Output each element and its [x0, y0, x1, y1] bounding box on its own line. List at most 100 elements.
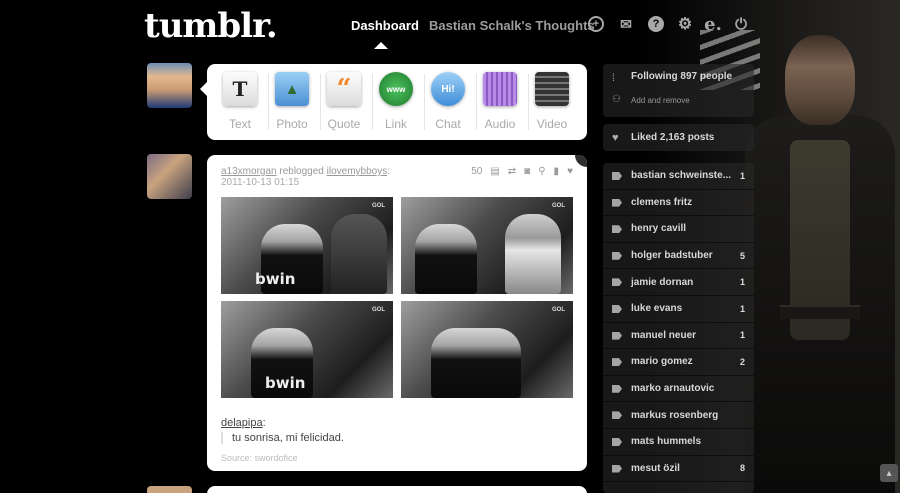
reblog-action-text: reblogged [276, 166, 327, 177]
player-figure [415, 224, 477, 294]
post-meta: a13xmorgan reblogged ilovemybboys: [221, 166, 390, 177]
post-type-composer: T Text ▲ Photo “ Quote www Link Hi! Chat… [200, 64, 587, 140]
tag-item[interactable]: mats hummels [603, 429, 754, 456]
video-icon [535, 72, 569, 106]
tag-icon [612, 198, 622, 207]
chat-icon: Hi! [431, 72, 465, 106]
tag-name: bastian schweinste... [631, 170, 732, 182]
photoset-image[interactable]: bwin GOL [221, 197, 393, 294]
tag-icon [612, 251, 622, 260]
post-type-text[interactable]: T Text [214, 72, 266, 136]
liked-row[interactable]: ♥ Liked 2,163 posts [603, 124, 754, 151]
tag-name: marko arnautovic [631, 383, 715, 395]
post-type-label: Photo [276, 117, 308, 131]
mail-icon[interactable]: ✉ [618, 16, 634, 32]
tag-item[interactable]: mario gomez 2 [603, 349, 754, 376]
tag-icon [612, 437, 622, 446]
tag-name: mario gomez [631, 356, 693, 368]
post-controls: 50 ▤ ⇄ ◙ ⚲ ▮ ♥ [471, 166, 573, 177]
bookmark-icon[interactable]: ▮ [554, 166, 560, 177]
tumblr-logo[interactable]: tumblr. [144, 6, 278, 46]
background-belt [780, 305, 860, 319]
post-type-label: Chat [435, 117, 461, 131]
notes-count[interactable]: 50 [471, 166, 482, 177]
notes-icon[interactable]: ▤ [490, 166, 499, 177]
post-type-chat[interactable]: Hi! Chat [422, 72, 474, 136]
add-remove-link[interactable]: Add and remove [631, 96, 690, 105]
photoset-image[interactable]: GOL [401, 197, 573, 294]
avatar-post-author[interactable] [147, 154, 192, 199]
tag-count: 1 [739, 277, 745, 288]
scroll-to-top-button[interactable]: ▴ [880, 464, 898, 482]
gear-icon[interactable]: ⚙ [677, 16, 693, 33]
like-heart-icon[interactable]: ♥ [567, 166, 573, 177]
source-user-link[interactable]: ilovemybboys [327, 166, 388, 177]
tag-item[interactable]: bastian schweinste... 1 [603, 163, 754, 190]
quote-icon: “ [327, 72, 361, 106]
tag-item[interactable]: jamie dornan 1 [603, 269, 754, 296]
avatar-next-post[interactable] [147, 486, 192, 493]
post-type-quote[interactable]: “ Quote [318, 72, 370, 136]
plus-icon[interactable]: + [588, 16, 604, 32]
photoset-image[interactable]: bwin GOL [221, 301, 393, 398]
tab-dashboard[interactable]: Dashboard [351, 18, 419, 33]
liked-block[interactable]: ♥ Liked 2,163 posts [603, 124, 754, 151]
tag-name: manuel neuer [631, 329, 697, 341]
tag-item[interactable]: manuel neuer 1 [603, 323, 754, 350]
player-figure [505, 214, 561, 294]
tag-name: mats hummels [631, 436, 702, 448]
tag-count: 5 [739, 250, 745, 261]
power-icon[interactable]: ⏻ [733, 16, 749, 33]
camera-icon[interactable]: ◙ [524, 166, 530, 177]
tag-item[interactable]: mesut özil 8 [603, 456, 754, 483]
extension-icon[interactable]: e. [704, 14, 722, 35]
background-head [785, 35, 855, 125]
tag-item[interactable]: clemens fritz [603, 190, 754, 217]
following-block[interactable]: ⁞ Following 897 people ⚇ Add and remove [603, 64, 754, 117]
tag-name: mesut özil [631, 462, 680, 474]
tracked-tags-list: bastian schweinste... 1 clemens fritz hen… [603, 163, 754, 493]
post-type-video[interactable]: Video [526, 72, 578, 136]
post-type-label: Text [228, 117, 251, 131]
search-icon[interactable]: ⚲ [538, 166, 545, 177]
next-post [207, 486, 587, 493]
tag-item[interactable]: henry cavill [603, 216, 754, 243]
post-source[interactable]: Source: swordofice [221, 453, 298, 463]
heart-icon: ♥ [612, 132, 619, 144]
player-figure [431, 328, 521, 398]
caption-attribution: delapipa: [221, 413, 266, 431]
tag-icon [612, 278, 622, 287]
post-date: 2011-10-13 01:15 [221, 177, 300, 188]
tag-count: 1 [739, 170, 745, 181]
watermark-tag: GOL [552, 203, 565, 209]
watermark-tag: GOL [372, 307, 385, 313]
post-permalink-corner[interactable] [575, 155, 587, 167]
tag-icon [612, 225, 622, 234]
post-type-audio[interactable]: Audio [474, 72, 526, 136]
tag-icon [612, 172, 622, 180]
reblogger-link[interactable]: a13xmorgan [221, 166, 277, 177]
tag-item[interactable]: luke evans 1 [603, 296, 754, 323]
avatar-self[interactable] [147, 63, 192, 108]
tag-item[interactable]: marko arnautovic [603, 376, 754, 403]
post-type-label: Quote [327, 117, 361, 131]
help-icon[interactable]: ? [648, 16, 664, 32]
post-type-photo[interactable]: ▲ Photo [266, 72, 318, 136]
post-type-link[interactable]: www Link [370, 72, 422, 136]
photoset-image[interactable]: GOL [401, 301, 573, 398]
caption-author-link[interactable]: delapipa [221, 417, 263, 429]
player-figure [331, 214, 387, 294]
tag-name: luke evans [631, 303, 683, 315]
reblog-icon[interactable]: ⇄ [508, 166, 516, 177]
post-type-label: Link [384, 117, 407, 131]
tag-icon [612, 331, 622, 340]
tag-item[interactable]: holger badstuber 5 [603, 243, 754, 270]
tab-blog[interactable]: Bastian Schalk's Thoughts [429, 18, 595, 33]
text-icon: T [223, 72, 257, 106]
tag-item[interactable]: markus rosenberg [603, 402, 754, 429]
following-count[interactable]: Following 897 people [631, 71, 732, 82]
tag-name: clemens fritz [631, 196, 693, 208]
meta-colon: : [387, 166, 391, 177]
liked-count: Liked 2,163 posts [631, 131, 715, 143]
tag-name: holger badstuber [631, 250, 713, 262]
